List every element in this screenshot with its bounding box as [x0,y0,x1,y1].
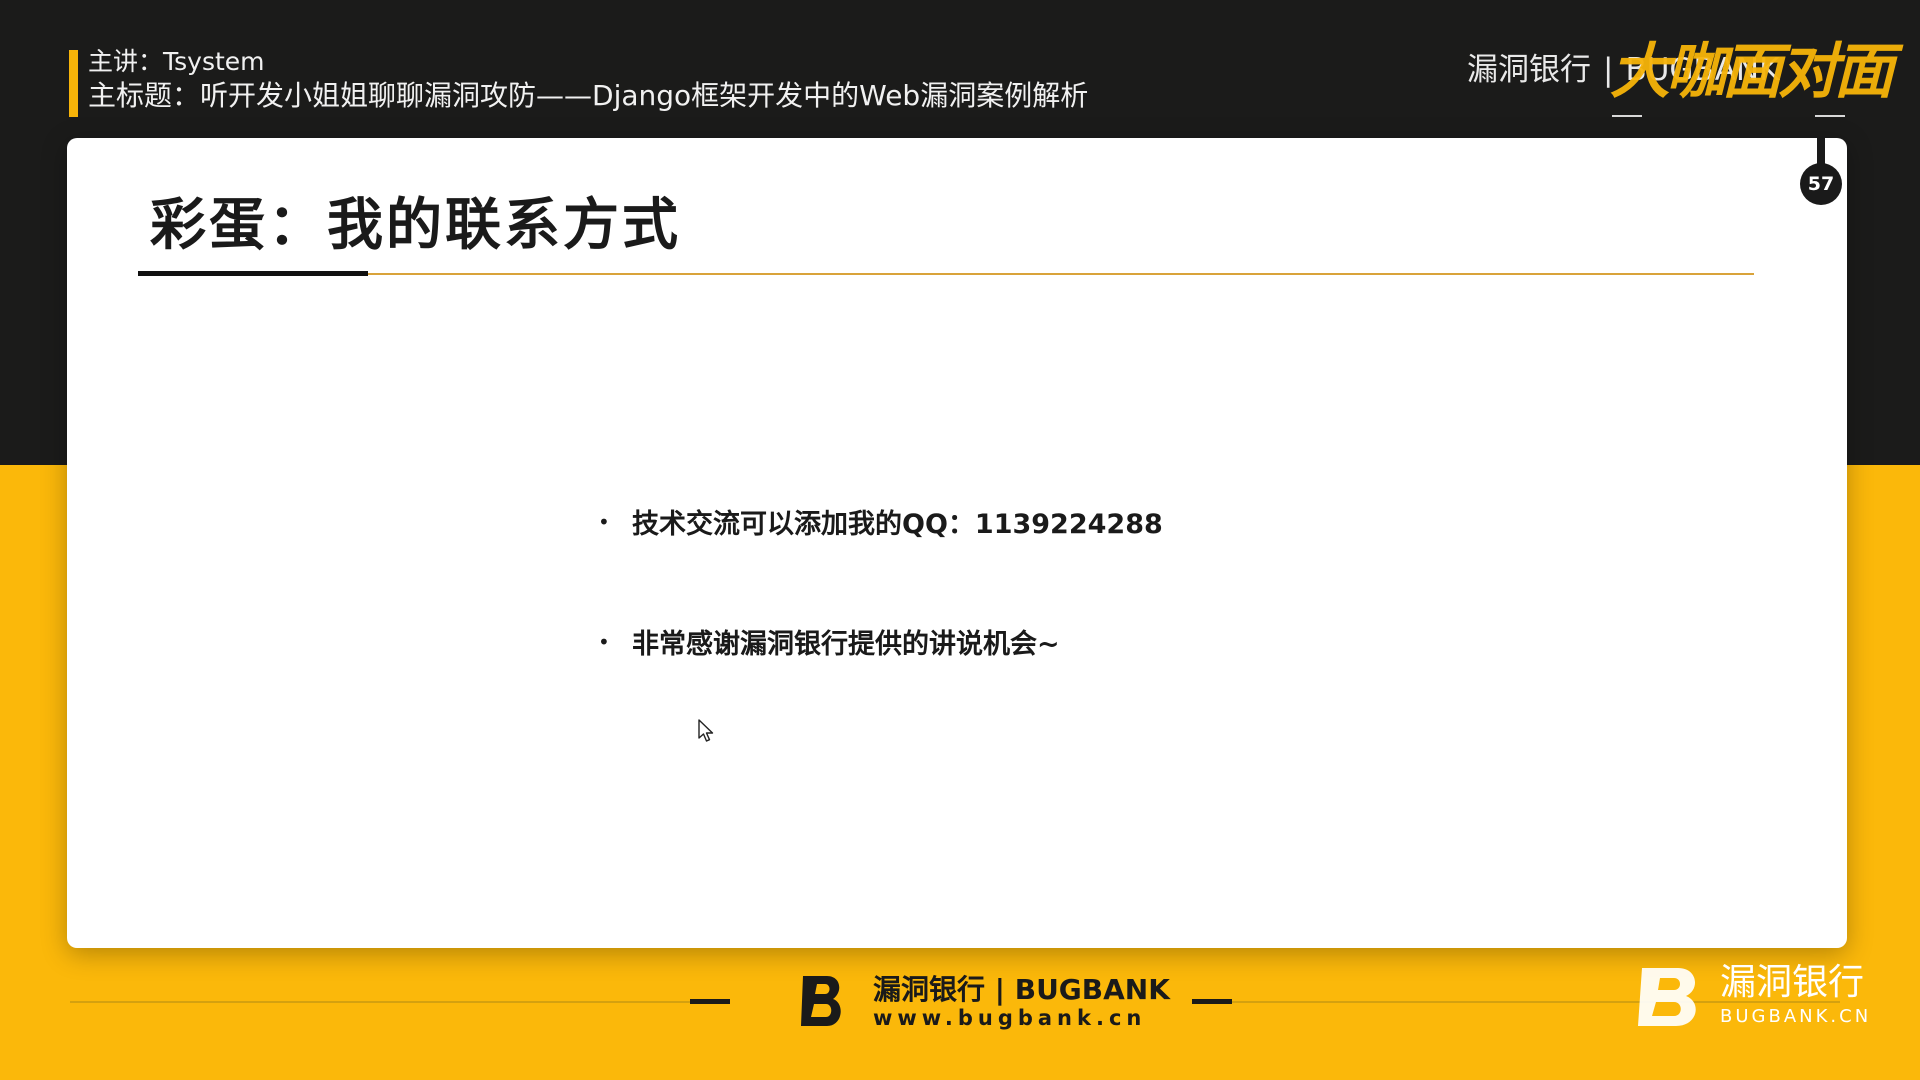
footer-dash-right [1192,999,1232,1004]
footer-url: www.bugbank.cn [873,1006,1147,1030]
bullet-text: 非常感谢漏洞银行提供的讲说机会~ [632,629,1060,660]
bugbank-watermark-logo-icon [1638,968,1696,1026]
title-rule [138,273,1754,275]
speaker-label: 主讲：Tsystem [88,47,265,76]
live-badge-underline-right [1815,115,1845,117]
top-brand-name: 漏洞银行 [1467,52,1591,88]
footer-rule-left [70,1001,690,1003]
header-accent-bar [69,50,78,117]
bullet-text: 技术交流可以添加我的QQ：1139224288 [632,509,1163,540]
topic-label: 主标题：听开发小姐姐聊聊漏洞攻防——Django框架开发中的Web漏洞案例解析 [88,79,1089,112]
page-number-badge: 57 [1800,163,1842,205]
bullet-item-thanks: • 非常感谢漏洞银行提供的讲说机会~ [598,622,1060,661]
footer-brand: 漏洞银行 | BUGBANK [873,973,1170,1006]
footer-dash-left [690,999,730,1004]
title-rule-accent [138,271,368,276]
bullet-item-qq: • 技术交流可以添加我的QQ：1139224288 [598,502,1163,541]
bullet-dot: • [598,509,610,534]
live-badge: 大咖面对面 [1610,37,1894,107]
mouse-cursor-icon [698,719,714,742]
slide-title: 彩蛋：我的联系方式 [150,193,681,258]
corner-brand: 漏洞银行 [1720,962,1865,1003]
bullet-dot: • [598,629,610,654]
corner-brand-sub: BUGBANK.CN [1720,1006,1872,1027]
live-badge-underline-left [1612,115,1642,117]
bugbank-logo-icon [801,976,841,1026]
